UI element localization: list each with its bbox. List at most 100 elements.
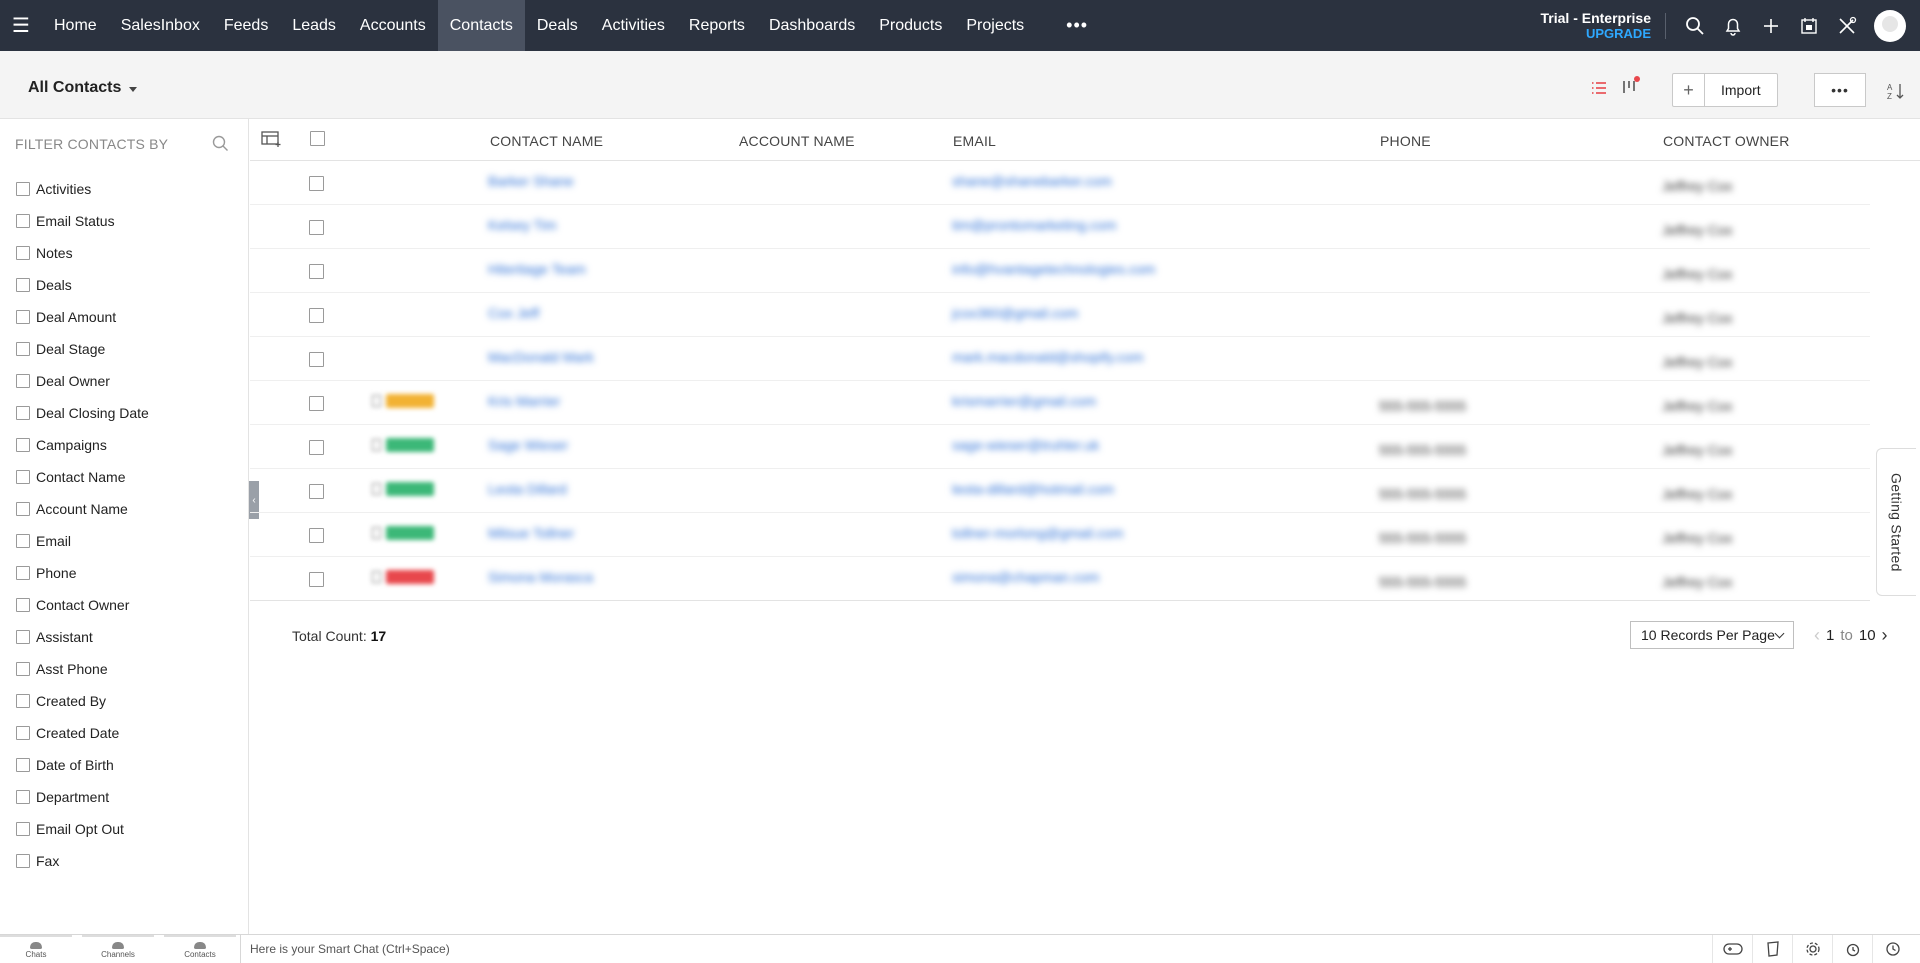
nav-tab-contacts[interactable]: Contacts [437,0,525,51]
filter-checkbox[interactable] [16,758,30,772]
filter-checkbox[interactable] [16,662,30,676]
filter-checkbox[interactable] [16,406,30,420]
bottom-tab-contacts[interactable]: Contacts [164,935,236,963]
filter-checkbox[interactable] [16,822,30,836]
contact-name-link[interactable]: Hiteritage Team [488,261,586,277]
filter-item[interactable]: Created Date [16,717,149,749]
table-row[interactable]: Sage Wieser sage-wieser@truhler.uk 555-555… [250,425,1870,469]
table-row[interactable]: Kris Marrier krismarrier@gmail.com 555-555… [250,381,1870,425]
col-contact-name[interactable]: CONTACT NAME [490,133,603,149]
row-checkbox[interactable] [309,484,324,499]
col-contact-owner[interactable]: CONTACT OWNER [1663,133,1790,149]
filter-checkbox[interactable] [16,342,30,356]
table-row[interactable]: Barker Shane shane@shanebarker.com Jeffrey… [250,161,1870,205]
email-link[interactable]: info@hvantagetechnologies.com [952,261,1155,277]
filter-checkbox[interactable] [16,470,30,484]
nav-tab-feeds[interactable]: Feeds [212,0,280,51]
filter-item[interactable]: Contact Name [16,461,149,493]
next-page-icon[interactable]: › [1882,625,1888,646]
view-selector[interactable]: All Contacts [28,79,138,97]
filter-search-icon[interactable] [212,135,229,157]
filter-item[interactable]: Contact Owner [16,589,149,621]
filter-item[interactable]: Activities [16,173,149,205]
alarm-icon[interactable] [1832,935,1872,963]
contact-name-link[interactable]: Sage Wieser [488,437,568,453]
more-actions-button[interactable]: ••• [1814,73,1866,107]
table-row[interactable]: Cox Jeff jcox360@gmail.com Jeffrey Cox [250,293,1870,337]
filter-checkbox[interactable] [16,726,30,740]
list-view-icon[interactable] [1590,79,1610,99]
filter-item[interactable]: Campaigns [16,429,149,461]
filter-checkbox[interactable] [16,598,30,612]
contact-name-link[interactable]: Barker Shane [488,173,574,189]
table-row[interactable]: Hiteritage Team info@hvantagetechnologies… [250,249,1870,293]
filter-item[interactable]: Created By [16,685,149,717]
records-per-page-select[interactable]: 10 Records Per Page [1630,621,1794,649]
filter-item[interactable]: Deal Closing Date [16,397,149,429]
filter-checkbox[interactable] [16,438,30,452]
nav-tab-activities[interactable]: Activities [590,0,677,51]
plus-icon[interactable] [1752,0,1790,51]
bottom-tab-channels[interactable]: Channels [82,935,154,963]
select-all-checkbox[interactable] [310,131,325,146]
filter-checkbox[interactable] [16,246,30,260]
row-checkbox[interactable] [309,264,324,279]
nav-tab-home[interactable]: Home [42,0,109,51]
filter-item[interactable]: Date of Birth [16,749,149,781]
row-checkbox[interactable] [309,572,324,587]
filter-item[interactable]: Email [16,525,149,557]
nav-tab-projects[interactable]: Projects [954,0,1036,51]
filter-checkbox[interactable] [16,182,30,196]
tools-icon[interactable] [1828,0,1866,51]
filter-checkbox[interactable] [16,310,30,324]
email-link[interactable]: shane@shanebarker.com [952,173,1112,189]
calendar-icon[interactable] [1790,0,1828,51]
user-avatar[interactable] [1874,9,1906,42]
notes-icon[interactable] [1752,935,1792,963]
filter-checkbox[interactable] [16,214,30,228]
nav-tab-salesinbox[interactable]: SalesInbox [109,0,212,51]
col-phone[interactable]: PHONE [1380,133,1431,149]
table-row[interactable]: Simona Morasca simona@chapman.com 555-555-… [250,557,1870,601]
filter-item[interactable]: Asst Phone [16,653,149,685]
filter-item[interactable]: Deal Stage [16,333,149,365]
filter-item[interactable]: Deals [16,269,149,301]
table-row[interactable]: MacDonald Mark mark.macdonald@shopify.com… [250,337,1870,381]
kanban-view-icon[interactable] [1620,75,1640,95]
nav-tab-dashboards[interactable]: Dashboards [757,0,867,51]
filter-item[interactable]: Deal Owner [16,365,149,397]
row-checkbox[interactable] [309,220,324,235]
nav-tab-deals[interactable]: Deals [525,0,590,51]
nav-tab-accounts[interactable]: Accounts [348,0,438,51]
column-settings-icon[interactable] [261,130,281,153]
filter-checkbox[interactable] [16,534,30,548]
filter-item[interactable]: Email Status [16,205,149,237]
history-icon[interactable] [1872,935,1912,963]
table-row[interactable]: Mitsue Tollner tollner-morlong@gmail.com 5… [250,513,1870,557]
upgrade-link[interactable]: UPGRADE [1541,26,1651,42]
filter-checkbox[interactable] [16,278,30,292]
email-link[interactable]: tim@prontomarketing.com [952,217,1116,233]
filter-checkbox[interactable] [16,502,30,516]
contact-name-link[interactable]: Cox Jeff [488,305,539,321]
filter-item[interactable]: Fax [16,845,149,877]
create-contact-button[interactable]: + [1673,74,1705,106]
email-link[interactable]: jcox360@gmail.com [952,305,1078,321]
contact-name-link[interactable]: MacDonald Mark [488,349,594,365]
filter-item[interactable]: Phone [16,557,149,589]
contact-name-link[interactable]: Kelsey Tim [488,217,556,233]
prev-page-icon[interactable]: ‹ [1814,625,1820,646]
filter-item[interactable]: Notes [16,237,149,269]
settings-icon[interactable] [1792,935,1832,963]
import-button[interactable]: Import [1705,74,1777,106]
contact-name-link[interactable]: Mitsue Tollner [488,525,574,541]
row-checkbox[interactable] [309,308,324,323]
contact-name-link[interactable]: Simona Morasca [488,569,593,585]
sort-az-icon[interactable]: AZ [1886,81,1906,101]
smart-chat-input[interactable]: Here is your Smart Chat (Ctrl+Space) [240,935,1680,963]
row-checkbox[interactable] [309,528,324,543]
nav-tab-leads[interactable]: Leads [280,0,348,51]
table-row[interactable]: Kelsey Tim tim@prontomarketing.com Jeffrey… [250,205,1870,249]
email-link[interactable]: krismarrier@gmail.com [952,393,1096,409]
filter-checkbox[interactable] [16,790,30,804]
